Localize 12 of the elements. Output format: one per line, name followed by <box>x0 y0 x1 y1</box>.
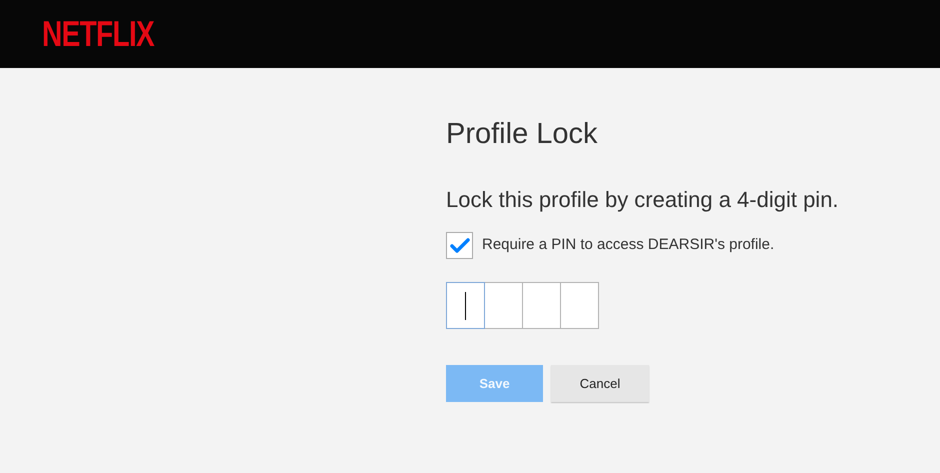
pin-input[interactable] <box>560 282 599 329</box>
checkbox-label: Require a PIN to access DEARSIR's profile. <box>482 235 774 256</box>
pin-input[interactable] <box>446 282 485 329</box>
text-cursor <box>465 292 466 320</box>
pin-input[interactable] <box>484 282 523 329</box>
check-icon <box>450 238 470 254</box>
pin-input[interactable] <box>522 282 561 329</box>
logo[interactable]: NETFLIX <box>42 16 154 52</box>
checkbox[interactable] <box>446 232 473 259</box>
subtitle: Lock this profile by creating a 4-digit pin. <box>446 186 840 214</box>
cancel-button[interactable]: Cancel <box>551 365 649 402</box>
page-title: Profile Lock <box>446 117 599 152</box>
